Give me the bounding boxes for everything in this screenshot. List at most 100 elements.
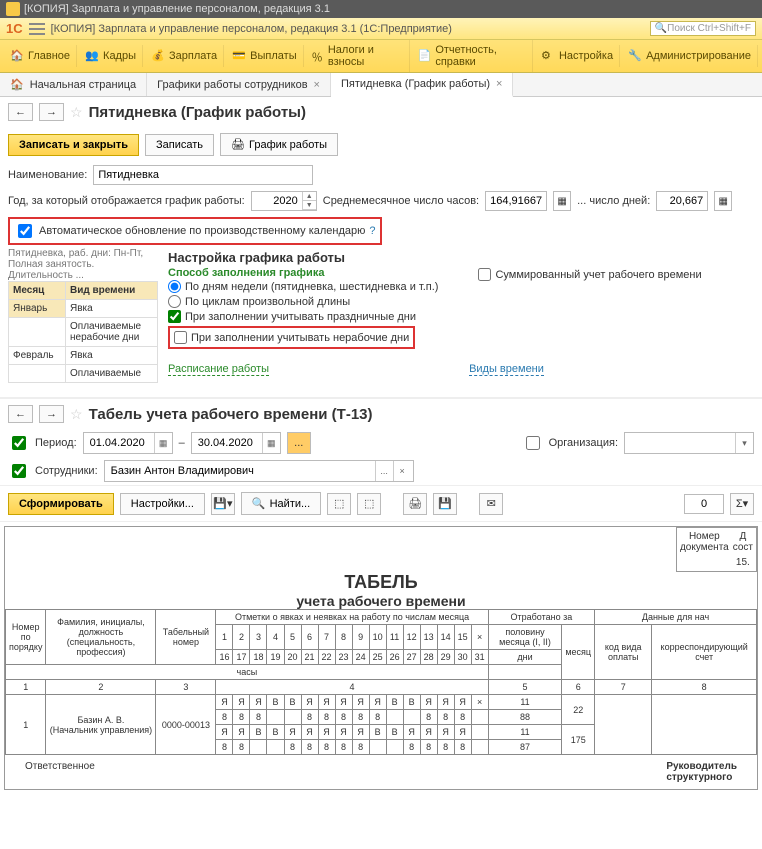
radio-by-cycles[interactable]: По циклам произвольной длины: [168, 294, 438, 309]
section-title: Настройка графика работы: [168, 248, 754, 267]
sum-button[interactable]: Σ▾: [730, 493, 754, 515]
menu-nalogi[interactable]: ％Налоги и взносы: [306, 40, 410, 72]
people-icon: 👥: [85, 49, 99, 63]
date-from[interactable]: ▦: [83, 432, 173, 454]
print-button[interactable]: 🖨График работы: [220, 133, 338, 156]
menu-admin[interactable]: 🔧Администрирование: [622, 45, 758, 67]
radio-by-days[interactable]: По дням недели (пятидневка, шестидневка …: [168, 279, 438, 294]
col-month: Месяц: [9, 282, 66, 300]
check-holidays[interactable]: При заполнении учитывать праздничные дни: [168, 309, 438, 324]
year-spinner[interactable]: ▲▼: [251, 191, 317, 211]
highlight-box-1: Автоматическое обновление по производств…: [8, 217, 382, 245]
action-toolbar: Записать и закрыть Записать 🖨График рабо…: [0, 127, 762, 162]
subsection-fill: Способ заполнения графика: [168, 267, 438, 279]
page-header: ← → ☆ Пятидневка (График работы): [0, 97, 762, 127]
nav-back[interactable]: ←: [8, 103, 33, 121]
org-checkbox[interactable]: [526, 436, 540, 450]
print-button[interactable]: 🖨: [403, 493, 427, 515]
emp-checkbox[interactable]: [12, 464, 26, 478]
spin-up-icon[interactable]: ▲: [303, 192, 316, 201]
page2-header: ← → ☆ Табель учета рабочего времени (Т-1…: [0, 399, 762, 429]
tab-schedule[interactable]: Расписание работы: [168, 363, 269, 376]
app-title: [КОПИЯ] Зарплата и управление персоналом…: [51, 23, 644, 35]
nav-back[interactable]: ←: [8, 405, 33, 423]
menu-main[interactable]: 🏠Главное: [4, 45, 77, 67]
date-to[interactable]: ▦: [191, 432, 281, 454]
dropdown-icon[interactable]: ▾: [735, 433, 753, 453]
tab-pyatidnevka[interactable]: Пятидневка (График работы) ×: [331, 73, 514, 97]
employee-input[interactable]: ...×: [104, 460, 414, 482]
report-area: Номер документаД сост 15. ТАБЕЛЬ учета р…: [4, 526, 758, 790]
home-icon: 🏠: [10, 49, 24, 63]
hamburger-icon[interactable]: [29, 23, 45, 35]
sig-head: Руководитель структурного: [666, 761, 737, 783]
calendar-icon[interactable]: ▦: [154, 433, 172, 453]
command-bar: 1C [КОПИЯ] Зарплата и управление персона…: [0, 18, 762, 40]
select-icon[interactable]: ...: [375, 461, 393, 481]
close-icon[interactable]: ×: [314, 79, 320, 91]
year-input[interactable]: [252, 193, 302, 209]
favorite-icon[interactable]: ☆: [70, 104, 83, 121]
period-checkbox[interactable]: [12, 436, 26, 450]
window-title: [КОПИЯ] Зарплата и управление персоналом…: [24, 3, 330, 15]
close-icon[interactable]: ×: [496, 78, 502, 90]
label-days: ... число дней:: [577, 195, 650, 207]
tab-time-types[interactable]: Виды времени: [469, 363, 544, 376]
label-year: Год, за который отображается график рабо…: [8, 195, 245, 207]
save-layout-button[interactable]: 💾▾: [211, 493, 235, 515]
generate-button[interactable]: Сформировать: [8, 493, 114, 515]
zoom-input[interactable]: [684, 494, 724, 514]
nav-fwd[interactable]: →: [39, 103, 64, 121]
hours-input[interactable]: [486, 193, 546, 209]
org-input[interactable]: ▾: [624, 432, 754, 454]
main-menu: 🏠Главное 👥Кадры 💰Зарплата 💳Выплаты ％Нало…: [0, 40, 762, 73]
spin-down-icon[interactable]: ▼: [303, 201, 316, 210]
schedule-desc: Пятидневка, раб. дни: Пн-Пт, Полная заня…: [8, 248, 158, 281]
logo-1c: 1C: [6, 21, 23, 36]
save-button[interactable]: Записать: [145, 134, 214, 156]
menu-reports[interactable]: 📄Отчетность, справки: [412, 40, 533, 72]
menu-kadry[interactable]: 👥Кадры: [79, 45, 143, 67]
global-search[interactable]: 🔍 Поиск Ctrl+Shift+F: [650, 21, 756, 36]
help-icon[interactable]: ?: [369, 225, 375, 237]
clear-icon[interactable]: ×: [393, 461, 411, 481]
menu-vyplaty[interactable]: 💳Выплаты: [226, 45, 303, 67]
label-hours: Среднемесячное число часов:: [323, 195, 479, 207]
settings-button[interactable]: Настройки...: [120, 493, 205, 515]
menu-zarplata[interactable]: 💰Зарплата: [145, 45, 224, 67]
tab-bar: 🏠 Начальная страница Графики работы сотр…: [0, 73, 762, 97]
hours-field: [485, 191, 547, 211]
tab-schedules[interactable]: Графики работы сотрудников ×: [147, 73, 331, 96]
label-org: Организация:: [549, 437, 618, 449]
calendar-icon[interactable]: ▦: [262, 433, 280, 453]
email-button[interactable]: ✉: [479, 493, 503, 515]
check-nonworking[interactable]: При заполнении учитывать нерабочие дни: [174, 330, 409, 345]
period-picker-button[interactable]: ...: [287, 432, 311, 454]
report-title: ТАБЕЛЬ: [5, 572, 757, 593]
menu-settings[interactable]: ⚙Настройка: [535, 45, 620, 67]
expand-button[interactable]: ⬚: [327, 493, 351, 515]
days-field: [656, 191, 708, 211]
calc-days-button[interactable]: ▦: [714, 191, 732, 211]
highlight-box-2: При заполнении учитывать нерабочие дни: [168, 326, 415, 349]
search-placeholder: Поиск Ctrl+Shift+F: [667, 23, 751, 34]
collapse-button[interactable]: ⬚: [357, 493, 381, 515]
auto-update-label: Автоматическое обновление по производств…: [39, 225, 365, 237]
report-subtitle: учета рабочего времени: [5, 593, 757, 609]
printer-icon: 🖨: [231, 138, 245, 151]
calc-hours-button[interactable]: ▦: [553, 191, 571, 211]
auto-update-checkbox[interactable]: [18, 224, 32, 238]
tab-start[interactable]: 🏠 Начальная страница: [0, 73, 147, 96]
favorite-icon[interactable]: ☆: [70, 406, 83, 423]
name-input[interactable]: [93, 165, 313, 185]
sig-responsible: Ответственное: [25, 761, 95, 783]
save-file-button[interactable]: 💾: [433, 493, 457, 515]
app-icon: [6, 2, 20, 16]
nav-fwd[interactable]: →: [39, 405, 64, 423]
label-employees: Сотрудники:: [35, 465, 98, 477]
gear-icon: ⚙: [541, 49, 555, 63]
check-summarized[interactable]: Суммированный учет рабочего времени: [478, 267, 701, 282]
find-button[interactable]: 🔍 Найти...: [241, 492, 321, 515]
save-close-button[interactable]: Записать и закрыть: [8, 134, 139, 156]
days-input[interactable]: [657, 193, 707, 209]
